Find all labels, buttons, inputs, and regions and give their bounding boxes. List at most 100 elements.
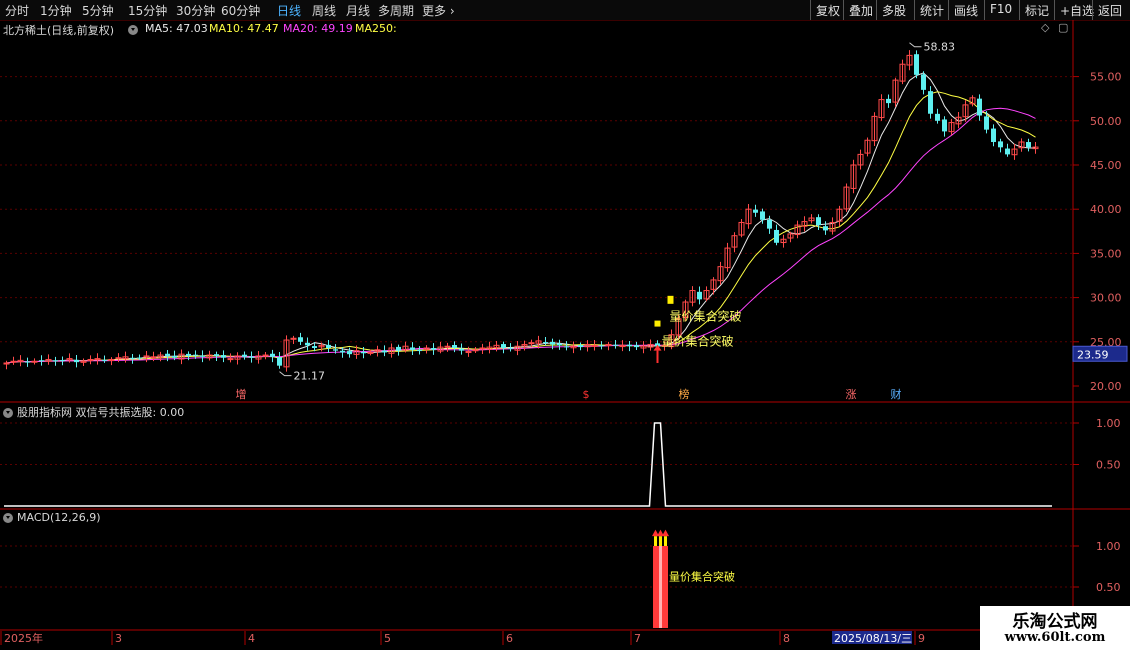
- candle-body-down: [25, 361, 30, 363]
- event-marker: 财: [891, 387, 902, 401]
- date-label: 5: [384, 632, 391, 645]
- kline-chart[interactable]: 58.8321.17量价集合突破量价集合突破增 $ 榜涨财 1.000.50 1.0…: [0, 0, 1130, 650]
- watermark-title: 乐淘公式网: [1012, 612, 1098, 632]
- candle-body-up: [591, 344, 598, 347]
- date-highlight-label: 2025/08/13/三: [834, 632, 912, 645]
- low-marker-line: [279, 371, 292, 377]
- event-marker: $: [583, 388, 590, 401]
- candle-body-up: [115, 357, 122, 360]
- candle-body-down: [102, 359, 107, 361]
- candle-body-down: [277, 357, 282, 366]
- price-tick-label: 45.00: [1090, 159, 1122, 172]
- candle-body-down: [53, 360, 58, 362]
- candle-body-up: [605, 343, 612, 346]
- candle-body-down: [557, 343, 562, 346]
- axes: 55.0050.0045.0040.0035.0030.0025.0020.00…: [0, 20, 1130, 645]
- candle-body-down: [942, 119, 947, 132]
- macd-title: MACD(12,26,9): [3, 511, 101, 524]
- candle-body-down: [697, 291, 702, 300]
- current-price-label: 23.59: [1077, 348, 1109, 361]
- candle-body-down: [550, 341, 555, 345]
- price-tick-label: 40.00: [1090, 203, 1122, 216]
- price-tick-label: 50.00: [1090, 115, 1122, 128]
- candle-body-up: [472, 349, 479, 352]
- candle-body-down: [501, 344, 506, 348]
- candle-body-down: [753, 209, 758, 213]
- candle-body-down: [599, 345, 604, 347]
- candle-body-down: [347, 351, 352, 355]
- macd-tick-label: 0.50: [1096, 581, 1121, 594]
- date-label: 6: [506, 632, 513, 645]
- indicator-toggle-icon[interactable]: [3, 408, 13, 418]
- candle-body-down: [200, 355, 205, 357]
- ma20-line: [6, 107, 1036, 364]
- event-marker: 增: [236, 387, 247, 401]
- candle-body-down: [326, 344, 331, 348]
- candle-body-down: [305, 342, 310, 346]
- candle-body-down: [459, 348, 464, 351]
- signal-label: 量价集合突破: [670, 309, 742, 324]
- candle-body-down: [984, 116, 989, 130]
- macd-tick-label: 1.00: [1096, 540, 1121, 553]
- candle-body-down: [886, 98, 891, 104]
- candle-body-down: [1005, 148, 1010, 155]
- grid-lines: [0, 76, 1072, 343]
- candle-body-up: [367, 351, 374, 354]
- candle-body-down: [760, 211, 765, 220]
- price-tick-label: 55.00: [1090, 71, 1122, 84]
- macd-signal-label: 量价集合突破: [669, 569, 735, 583]
- candle-body-down: [921, 74, 926, 90]
- indicator1-title: 股朋指标网 双信号共振选股: 0.00: [3, 404, 184, 420]
- candle-body-down: [935, 113, 940, 121]
- signal-label: 量价集合突破: [662, 333, 734, 348]
- candle-body-down: [508, 347, 513, 349]
- macd-signal-bar: [653, 546, 658, 628]
- candle-body-down: [186, 353, 191, 356]
- indicator1-title-text: 股朋指标网 双信号共振选股: 0.00: [17, 406, 185, 419]
- date-label: 4: [248, 632, 255, 645]
- low-price-label: 21.17: [294, 370, 326, 383]
- candle-body-down: [928, 91, 933, 114]
- candle-body-down: [627, 344, 632, 347]
- macd-highlight: [659, 546, 662, 628]
- date-label: 7: [634, 632, 641, 645]
- candle-body-down: [977, 98, 982, 116]
- candle-body-up: [479, 347, 486, 350]
- candle-body-down: [242, 354, 247, 357]
- candle-body-up: [3, 362, 10, 365]
- candle-body-down: [214, 354, 219, 356]
- candle-body-down: [249, 356, 254, 358]
- candle-body-down: [1026, 142, 1031, 148]
- indicator-tick-label: 0.50: [1096, 459, 1121, 472]
- candle-body-down: [452, 345, 457, 348]
- event-marker: 榜: [679, 387, 690, 401]
- candle-body-down: [613, 344, 618, 346]
- macd-toggle-icon[interactable]: [3, 513, 13, 523]
- candle-body-down: [914, 54, 919, 75]
- macd-signal-cap: [659, 536, 662, 546]
- signal-marker: [654, 320, 661, 327]
- candle-body-down: [193, 354, 198, 356]
- ma10-line: [6, 91, 1036, 364]
- candle-body-down: [417, 350, 422, 352]
- candle-body-up: [444, 345, 451, 348]
- candle-body-down: [312, 346, 317, 348]
- candle-body-down: [382, 350, 387, 353]
- candle-body-up: [150, 356, 157, 359]
- date-label: 3: [115, 632, 122, 645]
- candle-body-down: [774, 229, 779, 243]
- candle-body-down: [361, 351, 366, 354]
- macd-signal-cap: [664, 536, 667, 546]
- candle-body-down: [333, 349, 338, 351]
- candle-body-down: [998, 141, 1003, 148]
- candle-body-down: [564, 346, 569, 348]
- event-marker: 涨: [846, 388, 857, 401]
- candle-body-down: [74, 359, 79, 363]
- macd-arrow-icon: [662, 529, 669, 537]
- candle-body-down: [816, 217, 821, 226]
- candle-body-down: [578, 344, 583, 348]
- date-label: 2025年: [4, 631, 43, 645]
- candle-body-down: [60, 360, 65, 362]
- candle-body-up: [10, 360, 17, 363]
- candle-body-up: [87, 358, 94, 361]
